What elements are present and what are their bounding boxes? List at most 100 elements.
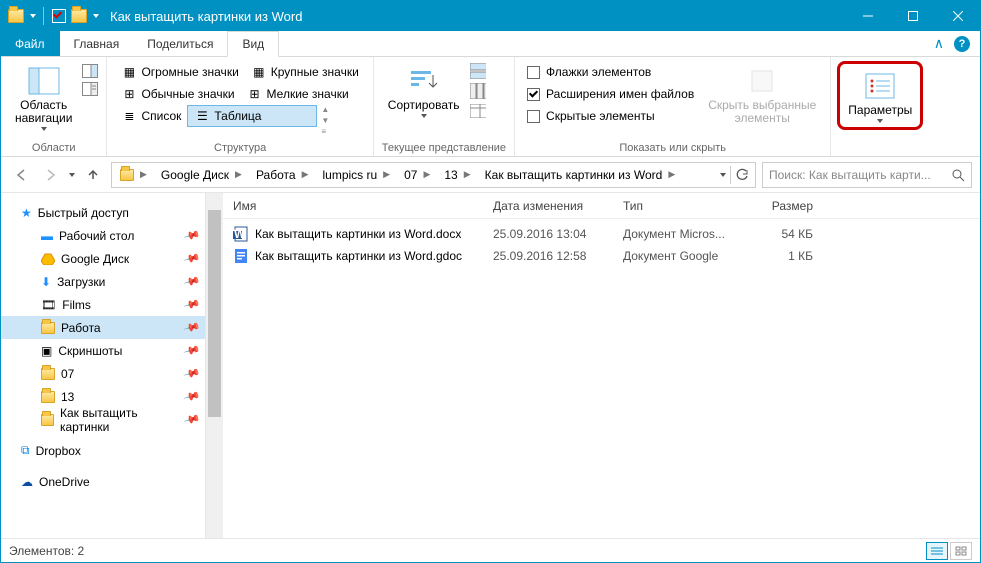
- file-icon: W: [233, 226, 249, 242]
- downloads-icon: ⬇: [41, 275, 51, 289]
- details-pane-icon[interactable]: [82, 81, 98, 97]
- layout-scroll-up-icon[interactable]: ▲: [321, 105, 329, 114]
- nav-scrollbar[interactable]: [206, 193, 223, 538]
- explorer-window: Как вытащить картинки из Word Файл Главн…: [0, 0, 981, 563]
- folder-icon: [41, 391, 55, 403]
- chevron-right-icon: ▶: [666, 169, 677, 180]
- col-header-size[interactable]: Размер: [743, 199, 823, 213]
- tab-share[interactable]: Поделиться: [133, 31, 227, 56]
- sort-button[interactable]: Сортировать: [382, 61, 466, 120]
- layout-huge-button[interactable]: ▦Огромные значки: [115, 61, 244, 83]
- pin-icon: 📌: [183, 249, 201, 267]
- close-button[interactable]: [935, 1, 980, 31]
- nav-item[interactable]: Работа📌: [1, 316, 205, 339]
- forward-button[interactable]: [39, 163, 63, 187]
- file-size: 1 КБ: [743, 249, 823, 263]
- nav-dropbox-label: Dropbox: [36, 444, 81, 458]
- qat-caret-icon[interactable]: [90, 7, 100, 25]
- chevron-right-icon: ▶: [462, 169, 473, 180]
- add-columns-icon[interactable]: [470, 83, 486, 99]
- folder-icon: [41, 322, 55, 334]
- nav-pane-label: Область навигации: [15, 99, 72, 125]
- qat-newfolder-icon[interactable]: [70, 7, 88, 25]
- layout-list-button[interactable]: ≣Список: [115, 105, 187, 127]
- view-icons-button[interactable]: [950, 542, 972, 560]
- breadcrumb-segment[interactable]: Работа▶: [250, 163, 317, 187]
- col-header-name[interactable]: Имя: [223, 199, 483, 213]
- desktop-icon: ▬: [41, 229, 53, 243]
- tab-view[interactable]: Вид: [227, 31, 279, 57]
- app-folder-icon: [7, 7, 25, 25]
- star-icon: ★: [21, 206, 32, 220]
- groupby-icon[interactable]: [470, 63, 486, 79]
- breadcrumb-bar[interactable]: ▶ Google Диск▶Работа▶lumpics ru▶07▶13▶Ка…: [111, 162, 756, 188]
- layout-medium-button[interactable]: ⊞Обычные значки: [115, 83, 240, 105]
- col-header-date[interactable]: Дата изменения: [483, 199, 613, 213]
- file-row[interactable]: Как вытащить картинки из Word.gdoc25.09.…: [223, 245, 980, 267]
- view-details-button[interactable]: [926, 542, 948, 560]
- layout-table-label: Таблица: [214, 109, 261, 123]
- breadcrumb-root-icon[interactable]: ▶: [114, 163, 155, 187]
- layout-table-button[interactable]: ☰Таблица: [187, 105, 317, 127]
- nav-quick-access[interactable]: ★ Быстрый доступ: [1, 201, 205, 224]
- nav-item[interactable]: ⬇Загрузки📌: [1, 270, 205, 293]
- file-type: Документ Google: [613, 249, 743, 263]
- breadcrumb-segment[interactable]: 07▶: [398, 163, 438, 187]
- gdrive-icon: [41, 253, 55, 265]
- refresh-button[interactable]: [735, 168, 749, 182]
- nav-dropbox[interactable]: ⧉ Dropbox: [1, 439, 205, 462]
- qat-dropdown-icon[interactable]: [27, 7, 37, 25]
- chevron-right-icon: ▶: [421, 169, 432, 180]
- layout-large-button[interactable]: ▦Крупные значки: [245, 61, 365, 83]
- search-input[interactable]: Поиск: Как вытащить карти...: [762, 162, 972, 188]
- body: ★ Быстрый доступ ▬Рабочий стол📌Google Ди…: [1, 193, 980, 538]
- maximize-button[interactable]: [890, 1, 935, 31]
- checkbox-hidden[interactable]: Скрытые элементы: [523, 105, 698, 127]
- options-button[interactable]: Параметры: [842, 66, 918, 125]
- group-options: Параметры: [831, 57, 929, 156]
- tab-home[interactable]: Главная: [60, 31, 134, 56]
- preview-pane-icon[interactable]: [82, 63, 98, 79]
- nav-pane-button[interactable]: Область навигации: [9, 61, 78, 133]
- file-name: Как вытащить картинки из Word.gdoc: [255, 249, 462, 263]
- nav-onedrive[interactable]: ☁ OneDrive: [1, 470, 205, 493]
- minimize-button[interactable]: [845, 1, 890, 31]
- layout-large-label: Крупные значки: [271, 65, 359, 79]
- nav-item[interactable]: ▬Рабочий стол📌: [1, 224, 205, 247]
- layout-huge-label: Огромные значки: [141, 65, 238, 79]
- breadcrumb-segment[interactable]: 13▶: [438, 163, 478, 187]
- col-header-type[interactable]: Тип: [613, 199, 743, 213]
- tab-file[interactable]: Файл: [1, 31, 60, 56]
- back-button[interactable]: [9, 163, 33, 187]
- checkbox-item-flags[interactable]: Флажки элементов: [523, 61, 698, 83]
- qat-properties-icon[interactable]: [50, 7, 68, 25]
- nav-item[interactable]: 🎞Films📌: [1, 293, 205, 316]
- group-layout: ▦Огромные значки ▦Крупные значки ⊞Обычны…: [107, 57, 373, 156]
- pin-icon: 📌: [183, 295, 201, 313]
- hide-selected-button: Скрыть выбранные элементы: [702, 61, 822, 127]
- layout-small-button[interactable]: ⊞Мелкие значки: [241, 83, 355, 105]
- breadcrumb-segment[interactable]: Как вытащить картинки из Word▶: [479, 163, 684, 187]
- help-icon[interactable]: ?: [954, 36, 970, 52]
- history-dropdown-icon[interactable]: [69, 173, 75, 177]
- nav-item[interactable]: Google Диск📌: [1, 247, 205, 270]
- nav-item[interactable]: ▣Скриншоты📌: [1, 339, 205, 362]
- nav-item[interactable]: Как вытащить картинки📌: [1, 408, 205, 431]
- status-bar: Элементов: 2: [1, 538, 980, 562]
- address-dropdown-icon[interactable]: [720, 173, 726, 177]
- layout-scroll-down-icon[interactable]: ▼: [321, 116, 329, 125]
- file-row[interactable]: WКак вытащить картинки из Word.docx25.09…: [223, 223, 980, 245]
- breadcrumb-segment[interactable]: lumpics ru▶: [316, 163, 398, 187]
- nav-onedrive-label: OneDrive: [39, 475, 90, 489]
- size-columns-icon[interactable]: [470, 103, 486, 119]
- group-panes-label: Области: [9, 140, 98, 154]
- pin-icon: 📌: [183, 318, 201, 336]
- nav-item[interactable]: 07📌: [1, 362, 205, 385]
- layout-expand-icon[interactable]: ≡: [321, 127, 329, 136]
- pin-icon: 📌: [183, 387, 201, 405]
- breadcrumb-segment[interactable]: Google Диск▶: [155, 163, 250, 187]
- checkbox-extensions[interactable]: Расширения имен файлов: [523, 83, 698, 105]
- up-button[interactable]: [81, 163, 105, 187]
- file-list: WКак вытащить картинки из Word.docx25.09…: [223, 219, 980, 538]
- collapse-ribbon-icon[interactable]: ∧: [934, 35, 944, 52]
